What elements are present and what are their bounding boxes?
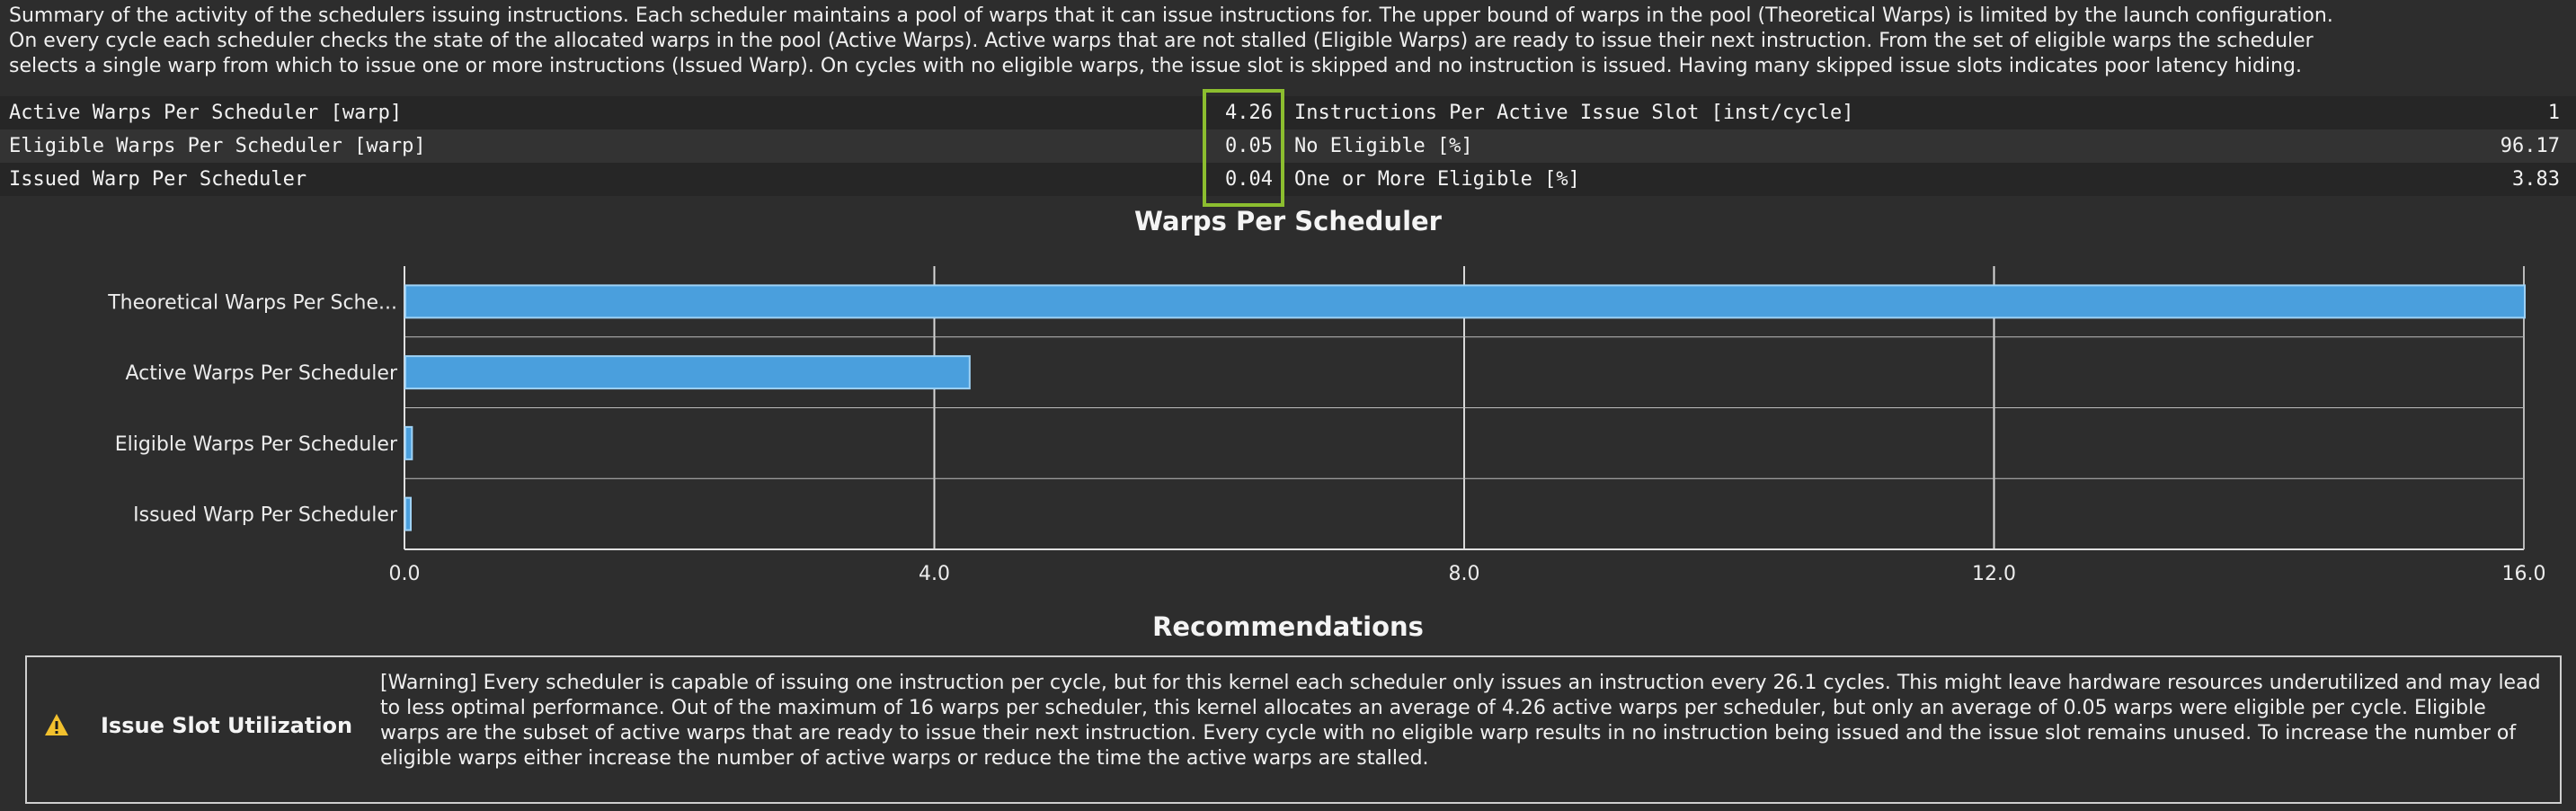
recommendations-title: Recommendations [1152, 611, 1424, 642]
category-label: Theoretical Warps Per Sche... [107, 291, 397, 314]
bar [404, 355, 971, 390]
bar [404, 425, 413, 460]
bar [404, 496, 412, 531]
category-label: Issued Warp Per Scheduler [133, 504, 398, 527]
scheduler-statistics-section: Summary of the activity of the scheduler… [0, 0, 2576, 811]
category-label: Active Warps Per Scheduler [125, 362, 397, 385]
x-tick-label: 16.0 [2502, 563, 2546, 585]
x-tick-label: 0.0 [389, 563, 421, 585]
category-label: Eligible Warps Per Scheduler [115, 433, 398, 456]
bar [404, 284, 2526, 319]
warning-icon [45, 714, 68, 735]
x-tick-label: 4.0 [919, 563, 950, 585]
warps-per-scheduler-chart: 0.0 4.0 8.0 12.0 16.0 Theoretical Warps Per S… [107, 266, 2546, 585]
recommendation-text: [Warning] Every scheduler is capable of … [380, 672, 2541, 770]
x-tick-label: 12.0 [1972, 563, 2016, 585]
x-tick-label: 8.0 [1449, 563, 1480, 585]
recommendation-card[interactable]: Issue Slot Utilization [Warning] Every s… [25, 655, 2562, 804]
recommendation-name: Issue Slot Utilization [101, 713, 353, 738]
